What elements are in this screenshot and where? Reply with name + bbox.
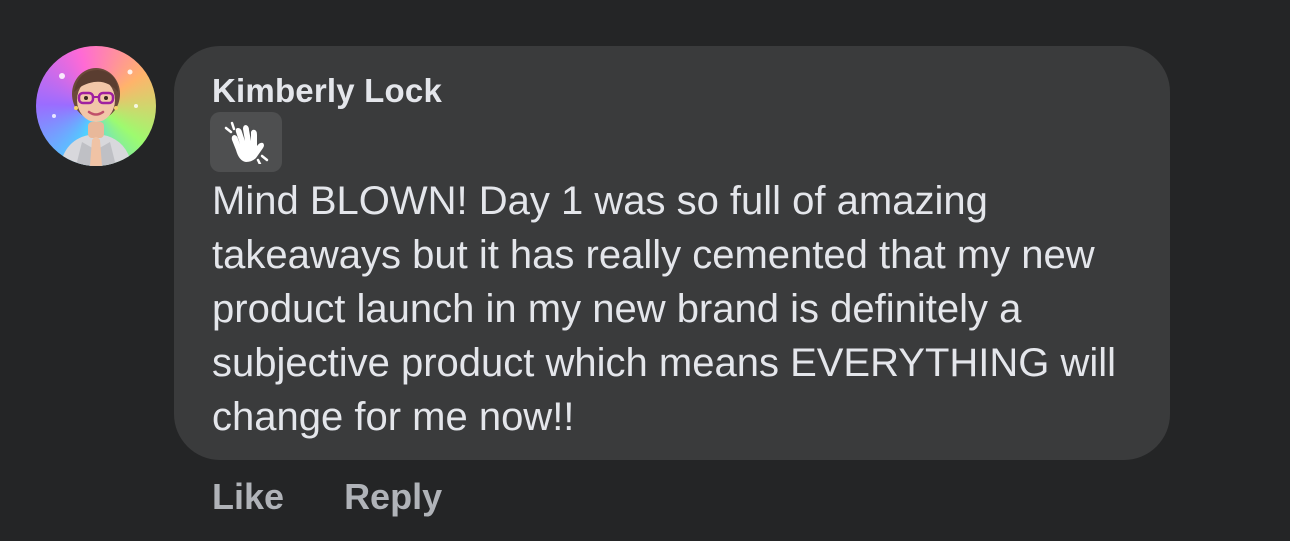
waving-hand-badge bbox=[210, 112, 282, 172]
comment-author[interactable]: Kimberly Lock bbox=[212, 72, 442, 110]
avatar-memoji-icon bbox=[52, 68, 138, 166]
comment-bubble: Kimberly Lock Mind BLOWN! Day 1 was so f… bbox=[174, 46, 1170, 460]
comment-text: Mind BLOWN! Day 1 was so full of amazing… bbox=[212, 179, 1117, 439]
reply-button[interactable]: Reply bbox=[344, 476, 442, 518]
avatar[interactable] bbox=[36, 46, 156, 166]
comment: Kimberly Lock Mind BLOWN! Day 1 was so f… bbox=[36, 46, 1176, 526]
like-button[interactable]: Like bbox=[212, 476, 284, 518]
comment-actions: Like Reply bbox=[212, 476, 442, 518]
waving-hand-icon bbox=[224, 121, 269, 164]
